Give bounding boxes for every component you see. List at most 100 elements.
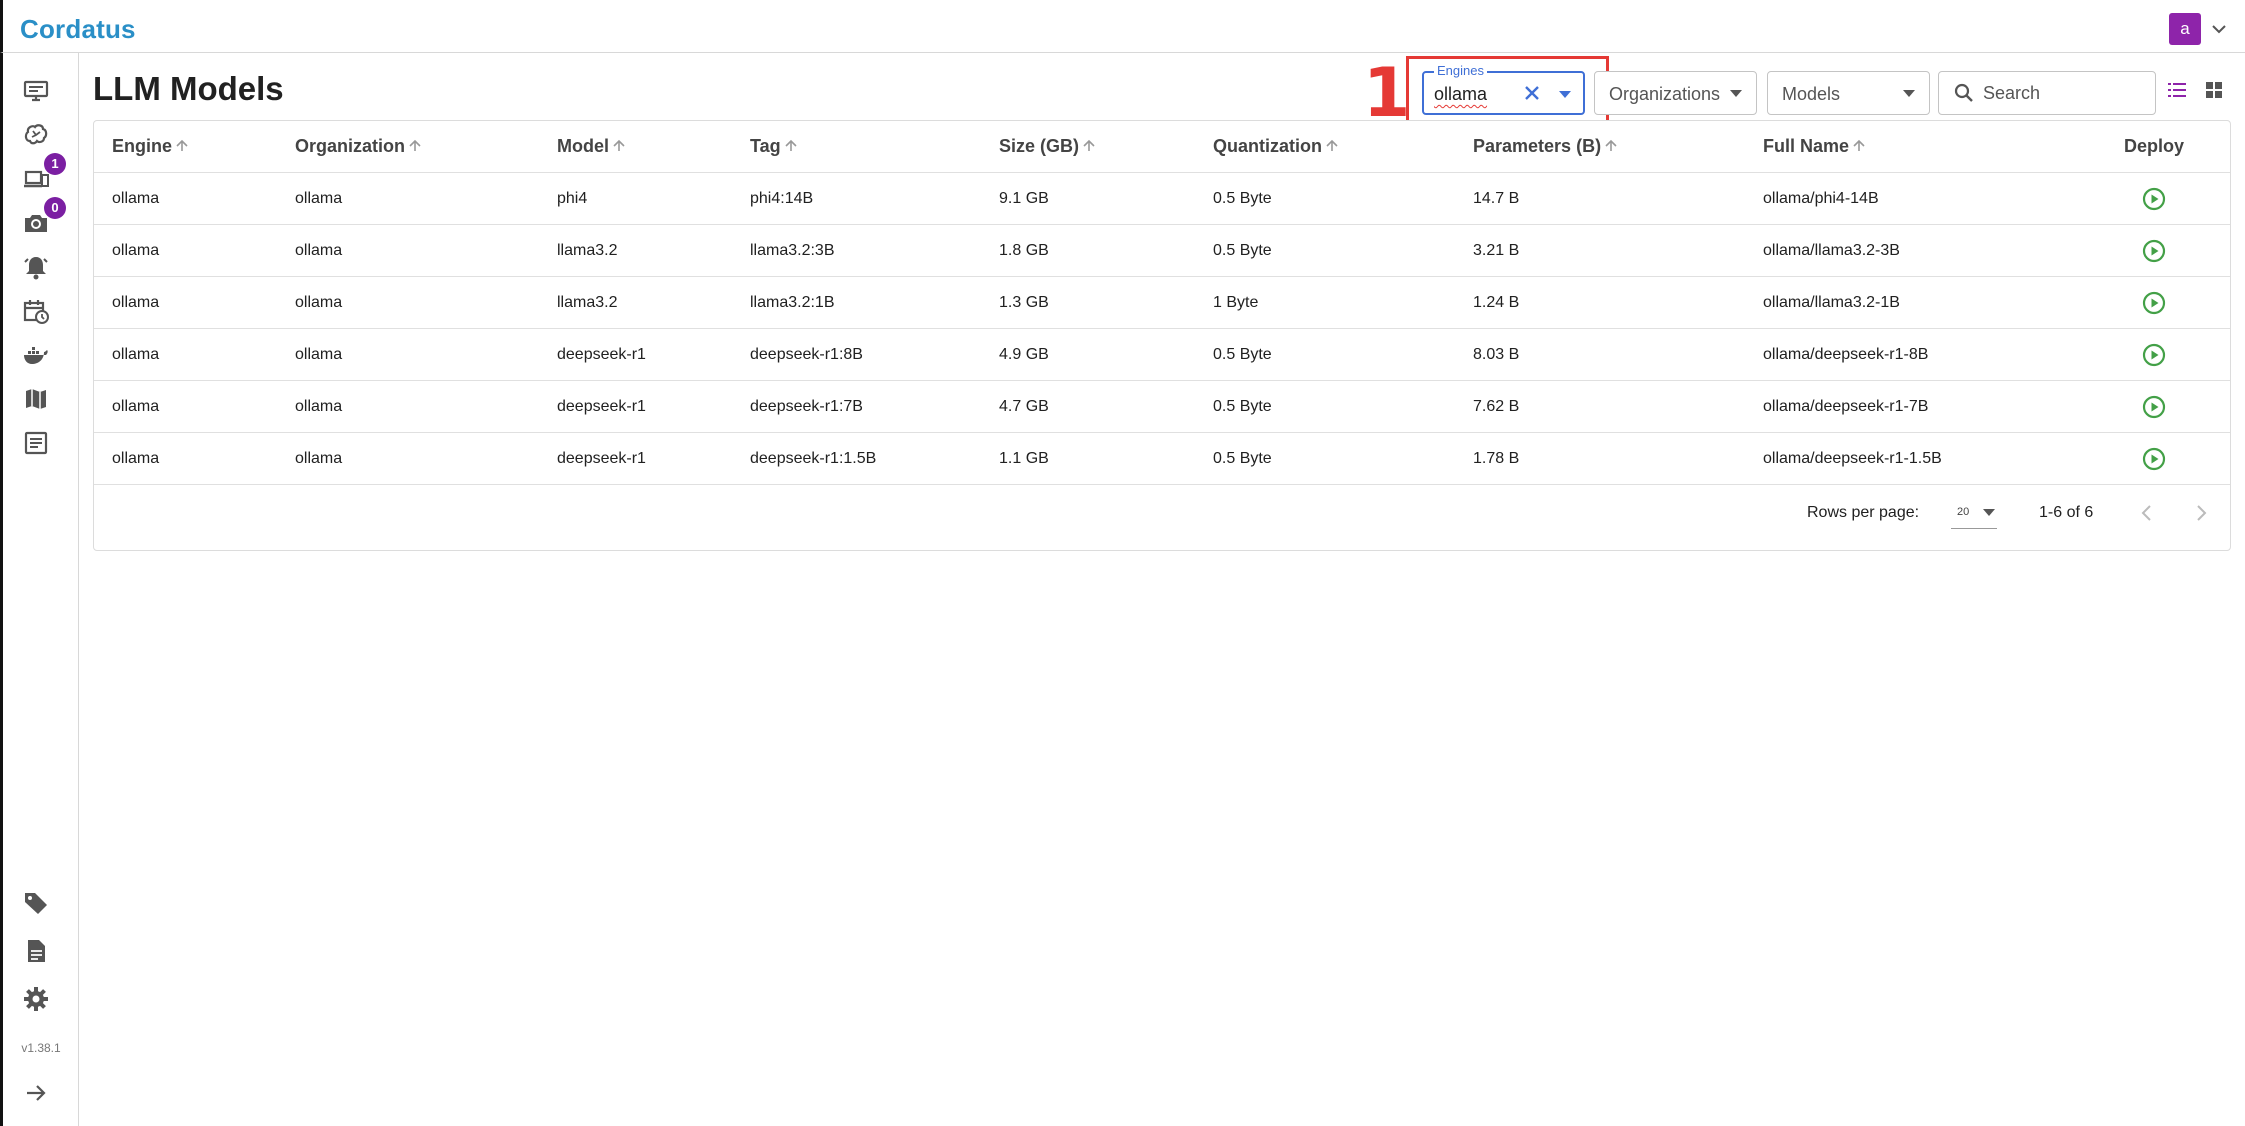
- deploy-play-icon[interactable]: [2141, 342, 2167, 368]
- cell-parameters: 1.78 B: [1473, 450, 1520, 467]
- cell-organization: ollama: [295, 346, 343, 363]
- organizations-select[interactable]: Organizations: [1594, 71, 1757, 115]
- models-table: Engine Organization Model Tag Size (GB) …: [93, 120, 2231, 551]
- table-pagination: Rows per page: 20 1-6 of 6: [94, 485, 2230, 545]
- column-organization[interactable]: Organization: [295, 136, 422, 157]
- column-full-name[interactable]: Full Name: [1763, 136, 1866, 157]
- column-quantization[interactable]: Quantization: [1213, 136, 1339, 157]
- column-engine[interactable]: Engine: [112, 136, 189, 157]
- gear-icon[interactable]: [22, 985, 50, 1013]
- cell-organization: ollama: [295, 190, 343, 207]
- cell-engine: ollama: [112, 242, 160, 259]
- arrow-right-icon[interactable]: [22, 1079, 50, 1107]
- brain-icon[interactable]: [22, 121, 50, 149]
- cell-parameters: 8.03 B: [1473, 346, 1520, 363]
- dropdown-caret-icon: [1730, 90, 1742, 97]
- deploy-play-icon[interactable]: [2141, 446, 2167, 472]
- document-icon[interactable]: [22, 937, 50, 965]
- cell-model: llama3.2: [557, 242, 618, 259]
- page-title: LLM Models: [93, 70, 284, 107]
- top-bar: Cordatus a: [0, 0, 2245, 53]
- cell-organization: ollama: [295, 294, 343, 311]
- models-select[interactable]: Models: [1767, 71, 1930, 115]
- pagination-range: 1-6 of 6: [2039, 504, 2094, 521]
- app-version: v1.38.1: [21, 1041, 61, 1055]
- cell-tag: deepseek-r1:7B: [750, 398, 863, 415]
- tag-icon[interactable]: [22, 889, 50, 917]
- cell-organization: ollama: [295, 450, 343, 467]
- search-field[interactable]: [1938, 71, 2156, 115]
- cell-quantization: 1 Byte: [1213, 294, 1259, 311]
- table-row: ollama ollama deepseek-r1 deepseek-r1:7B…: [94, 381, 2230, 433]
- user-avatar[interactable]: a: [2169, 13, 2201, 45]
- cell-full-name: ollama/deepseek-r1-8B: [1763, 346, 1929, 363]
- sort-arrow-icon: [785, 139, 797, 151]
- cell-parameters: 7.62 B: [1473, 398, 1520, 415]
- chevron-down-icon[interactable]: [2209, 19, 2229, 39]
- cell-full-name: ollama/llama3.2-3B: [1763, 242, 1900, 259]
- cell-model: deepseek-r1: [557, 346, 646, 363]
- column-parameters[interactable]: Parameters (B): [1473, 136, 1618, 157]
- cell-size: 4.7 GB: [999, 398, 1049, 415]
- table-row: ollama ollama deepseek-r1 deepseek-r1:8B…: [94, 329, 2230, 381]
- table-header: Engine Organization Model Tag Size (GB) …: [94, 121, 2230, 173]
- alarm-bell-icon[interactable]: [22, 253, 50, 281]
- clear-icon[interactable]: [1520, 81, 1544, 105]
- article-icon[interactable]: [22, 429, 50, 457]
- engines-label: Engines: [1434, 63, 1487, 78]
- sort-arrow-icon: [613, 139, 625, 151]
- table-row: ollama ollama deepseek-r1 deepseek-r1:1.…: [94, 433, 2230, 485]
- deploy-play-icon[interactable]: [2141, 394, 2167, 420]
- cell-tag: llama3.2:1B: [750, 294, 835, 311]
- next-page-icon[interactable]: [2185, 497, 2217, 529]
- column-size[interactable]: Size (GB): [999, 136, 1096, 157]
- cell-engine: ollama: [112, 450, 160, 467]
- cell-model: phi4: [557, 190, 588, 207]
- sort-arrow-icon: [1853, 139, 1865, 151]
- table-row: ollama ollama phi4 phi4:14B 9.1 GB 0.5 B…: [94, 173, 2230, 225]
- cell-size: 1.1 GB: [999, 450, 1049, 467]
- camera-icon[interactable]: 0: [22, 197, 66, 237]
- search-icon: [1954, 83, 1973, 102]
- sidebar: 1 0 v1.38.1: [0, 53, 79, 1126]
- deploy-play-icon[interactable]: [2141, 238, 2167, 264]
- devices-icon[interactable]: 1: [22, 153, 66, 193]
- search-input[interactable]: [1983, 80, 2143, 106]
- rows-per-page-select[interactable]: 20: [1951, 497, 1997, 529]
- deploy-play-icon[interactable]: [2141, 290, 2167, 316]
- cell-size: 4.9 GB: [999, 346, 1049, 363]
- previous-page-icon[interactable]: [2131, 497, 2163, 529]
- column-tag[interactable]: Tag: [750, 136, 798, 157]
- grid-view-icon[interactable]: [2203, 79, 2225, 101]
- cell-parameters: 1.24 B: [1473, 294, 1520, 311]
- cell-engine: ollama: [112, 346, 160, 363]
- table-row: ollama ollama llama3.2 llama3.2:3B 1.8 G…: [94, 225, 2230, 277]
- cell-quantization: 0.5 Byte: [1213, 190, 1272, 207]
- cell-quantization: 0.5 Byte: [1213, 450, 1272, 467]
- cell-model: deepseek-r1: [557, 450, 646, 467]
- monitor-icon[interactable]: [22, 77, 50, 105]
- cell-tag: deepseek-r1:8B: [750, 346, 863, 363]
- docker-icon[interactable]: [22, 341, 50, 369]
- cell-organization: ollama: [295, 398, 343, 415]
- dropdown-caret-icon[interactable]: [1559, 91, 1571, 98]
- calendar-clock-icon[interactable]: [22, 297, 50, 325]
- sort-arrow-icon: [176, 139, 188, 151]
- cell-quantization: 0.5 Byte: [1213, 242, 1272, 259]
- cell-engine: ollama: [112, 190, 160, 207]
- cell-quantization: 0.5 Byte: [1213, 398, 1272, 415]
- cell-full-name: ollama/llama3.2-1B: [1763, 294, 1900, 311]
- column-model[interactable]: Model: [557, 136, 626, 157]
- column-deploy: Deploy: [2124, 136, 2185, 156]
- organizations-placeholder: Organizations: [1609, 84, 1721, 104]
- cell-full-name: ollama/deepseek-r1-1.5B: [1763, 450, 1942, 467]
- engines-value: ollama: [1434, 84, 1488, 104]
- map-icon[interactable]: [22, 385, 50, 413]
- deploy-play-icon[interactable]: [2141, 186, 2167, 212]
- cell-full-name: ollama/deepseek-r1-7B: [1763, 398, 1929, 415]
- cell-organization: ollama: [295, 242, 343, 259]
- engines-select[interactable]: Engines ollama: [1422, 63, 1585, 115]
- cell-size: 1.3 GB: [999, 294, 1049, 311]
- brand-logo[interactable]: Cordatus: [20, 14, 136, 45]
- list-view-icon[interactable]: [2166, 79, 2188, 101]
